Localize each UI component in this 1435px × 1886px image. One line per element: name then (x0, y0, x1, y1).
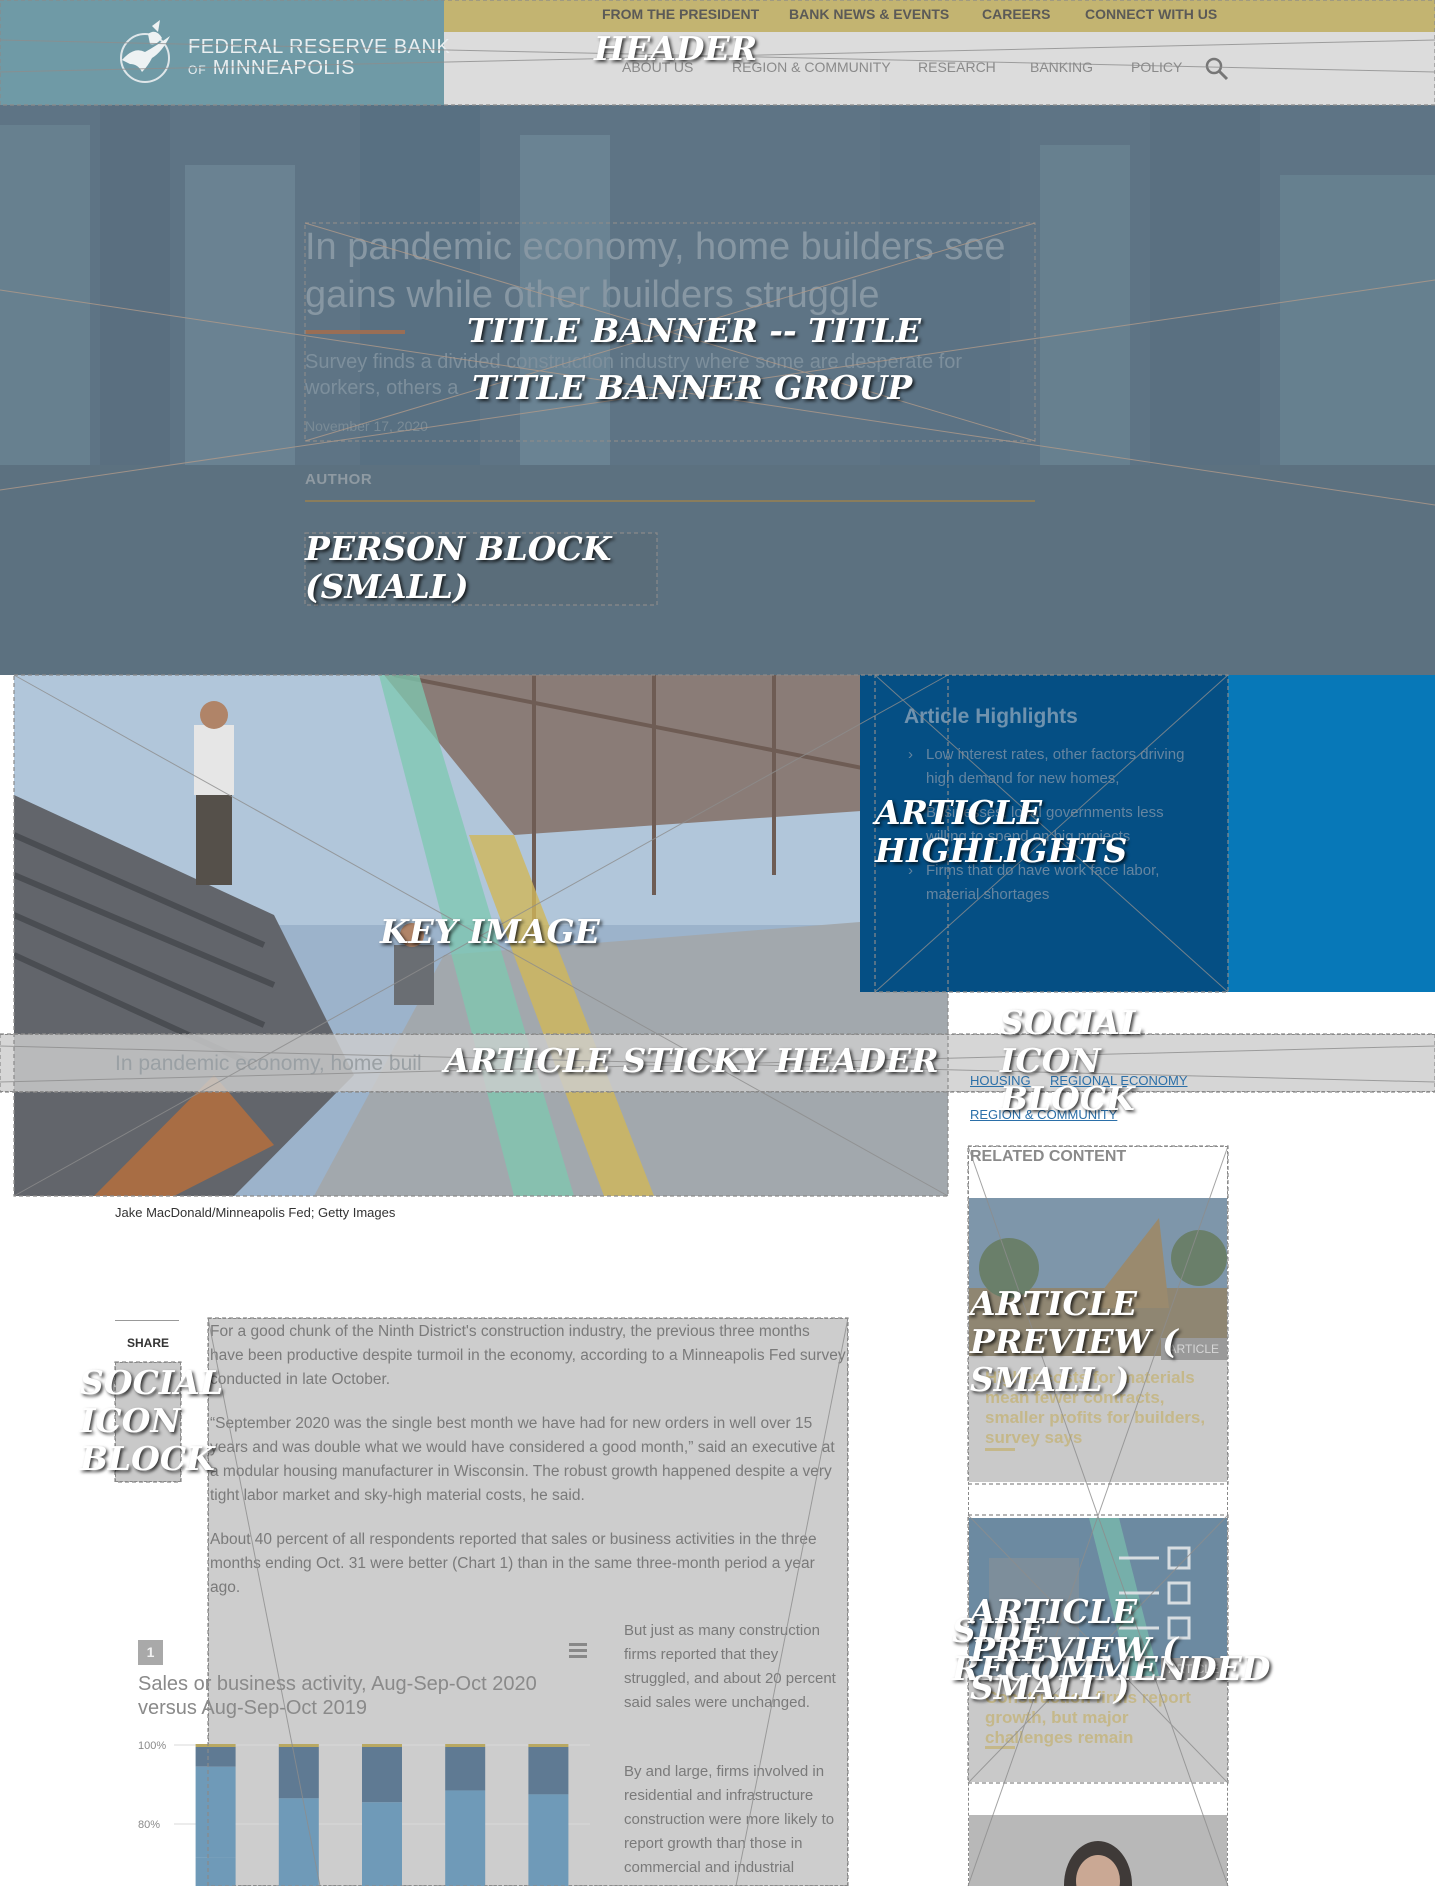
annotation-label: PREVIEW ( (970, 1630, 1178, 1669)
nav-policy[interactable]: POLICY (1131, 59, 1182, 75)
related-content-label: RELATED CONTENT (970, 1148, 1127, 1165)
share-label: SHARE (127, 1336, 170, 1350)
search-icon (1205, 57, 1229, 81)
annotation-label: PREVIEW ( (970, 1322, 1178, 1361)
annotation-label: ARTICLE (875, 793, 1043, 832)
chart-bar-segment (362, 1747, 402, 1803)
annotation-label: TITLE BANNER -- TITLE (467, 311, 922, 350)
chart-tick-label: 100% (138, 1740, 166, 1752)
card-title-underline (985, 1448, 1015, 1451)
nav-connect-with-us[interactable]: CONNECT WITH US (1085, 6, 1217, 22)
annotation-label: (SMALL) (305, 567, 469, 606)
logo-text-line1: FEDERAL RESERVE BANK (188, 36, 451, 58)
chart-bar-segment (528, 1747, 569, 1795)
utility-nav: FROM THE PRESIDENT BANK NEWS & EVENTS CA… (444, 0, 1435, 32)
chart-bar-segment (278, 1798, 319, 1886)
nav-from-the-president[interactable]: FROM THE PRESIDENT (602, 6, 759, 22)
chart-menu-icon[interactable] (569, 1643, 589, 1661)
annotation-label: ARTICLE STICKY HEADER (444, 1041, 939, 1080)
title-underline (305, 330, 405, 334)
logo-text-prefix: OF (188, 63, 207, 77)
annotation-label: ICON (1000, 1041, 1101, 1080)
annotation-label: ARTICLE (970, 1284, 1138, 1323)
eagle-logo-icon (120, 20, 170, 83)
image-caption: Jake MacDonald/Minneapolis Fed; Getty Im… (115, 1205, 396, 1220)
author-label: AUTHOR (305, 471, 373, 488)
annotation-label: ARTICLE (970, 1592, 1138, 1631)
chart-bar-segment (445, 1747, 486, 1791)
chart-tick-label: 80% (138, 1819, 160, 1831)
person-preview-card[interactable] (969, 1815, 1227, 1886)
annotation-label: HIGHLIGHTS (875, 831, 1128, 870)
nav-research[interactable]: RESEARCH (918, 59, 996, 75)
annotation-label: PERSON BLOCK (305, 529, 612, 568)
logo-text-line2: OF MINNEAPOLIS (188, 57, 355, 80)
body-paragraph: “September 2020 was the single best mont… (210, 1415, 835, 1504)
annotation-label: SMALL ) (970, 1360, 1130, 1399)
nav-bank-news-events[interactable]: BANK NEWS & EVENTS (789, 6, 949, 22)
annotation-label: SOCIAL (1000, 1003, 1144, 1042)
author-divider (305, 500, 1035, 502)
highlights-title: Article Highlights (904, 705, 1078, 728)
annotation-label: BLOCK (80, 1439, 215, 1478)
nav-careers[interactable]: CAREERS (982, 6, 1050, 22)
person-photo (969, 1815, 1227, 1886)
site-logo[interactable]: FEDERAL RESERVE BANK OF MINNEAPOLIS (0, 0, 450, 120)
chart-bar-cap (528, 1744, 569, 1747)
column-paragraph: But just as many construction firms repo… (624, 1622, 836, 1711)
column-paragraph: By and large, firms involved in resident… (624, 1763, 835, 1876)
body-paragraph: About 40 percent of all respondents repo… (210, 1531, 817, 1596)
article-date: November 17, 2020 (305, 418, 428, 434)
share-divider (115, 1320, 179, 1321)
annotation-label: BLOCK (1000, 1079, 1135, 1118)
sticky-header-title: In pandemic economy, home buil (115, 1052, 422, 1075)
annotation-label: SOCIAL (80, 1363, 224, 1402)
highlight-item: Low interest rates, other factors drivin… (904, 743, 1204, 791)
chart-title: Sales or business activity, Aug-Sep-Oct … (138, 1673, 537, 1719)
chart-bar-segment (362, 1802, 402, 1886)
chart-bar-segment (445, 1790, 486, 1886)
annotation-label: TITLE BANNER GROUP (472, 368, 913, 407)
chart-bar-cap (195, 1744, 236, 1747)
chart-bar-segment (195, 1766, 236, 1858)
chart-plot: 100% 80% (138, 1740, 590, 1886)
chart-number-badge: 1 (138, 1640, 163, 1665)
chart-bar-cap (362, 1744, 402, 1747)
chart-bar-segment (195, 1747, 236, 1767)
page: FROM THE PRESIDENT BANK NEWS & EVENTS CA… (0, 0, 1435, 1886)
chart-bar-cap (445, 1744, 486, 1747)
chart-bar-cap (278, 1744, 319, 1747)
annotation-label: ICON (80, 1401, 181, 1440)
annotation-label: KEY IMAGE (380, 912, 600, 951)
article-title: In pandemic economy, home builders see g… (305, 226, 1006, 316)
nav-banking[interactable]: BANKING (1030, 59, 1093, 75)
chart-bar-segment (195, 1857, 236, 1886)
search-button[interactable] (1204, 56, 1230, 82)
card-title-underline (985, 1746, 1015, 1749)
chart-bar-segment (528, 1794, 569, 1886)
chart-bar-segment (278, 1747, 319, 1799)
annotation-label: HEADER (594, 29, 758, 68)
annotation-label: SMALL ) (970, 1668, 1130, 1707)
logo-text-city: MINNEAPOLIS (212, 57, 355, 79)
body-paragraph: For a good chunk of the Ninth District's… (210, 1323, 846, 1388)
